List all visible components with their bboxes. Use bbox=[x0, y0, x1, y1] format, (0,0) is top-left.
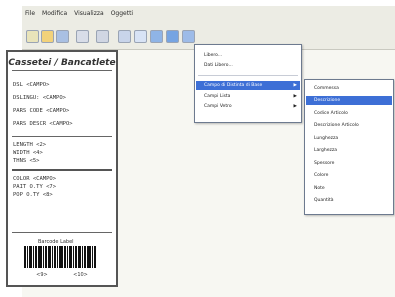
menu-visualizza[interactable]: Visualizza bbox=[74, 10, 104, 17]
barcode-right-value: <10> bbox=[73, 272, 88, 278]
menu-separator bbox=[198, 75, 298, 76]
menu-file[interactable]: File bbox=[25, 10, 35, 17]
table-icon[interactable] bbox=[182, 30, 195, 43]
menu-item-label: Campi Vetro bbox=[204, 104, 232, 109]
label-field[interactable]: PAIT O.TY <7> bbox=[13, 184, 56, 190]
fields-divider bbox=[12, 136, 112, 137]
submenu-item-note[interactable]: Note bbox=[306, 184, 392, 193]
title-divider bbox=[12, 70, 112, 71]
label-field[interactable]: PARS CODE <CAMPO> bbox=[13, 108, 69, 114]
fields-submenu: Commessa Descrizione Codice Articolo Des… bbox=[304, 79, 394, 215]
submenu-arrow-icon: ▶ bbox=[293, 83, 297, 88]
insert-field-icon[interactable] bbox=[166, 30, 179, 43]
label-field[interactable]: THNS <5> bbox=[13, 158, 40, 164]
label-field[interactable]: WIDTH <4> bbox=[13, 150, 43, 156]
cut-icon[interactable] bbox=[96, 30, 109, 43]
submenu-item-spessore[interactable]: Spessore bbox=[306, 159, 392, 168]
menu-item-label: Campi Lista bbox=[204, 94, 231, 99]
submenu-arrow-icon: ▶ bbox=[293, 104, 297, 109]
label-title: Cassetei / Bancatlete bbox=[8, 58, 116, 68]
submenu-item-descrizione[interactable]: Descrizione bbox=[306, 96, 392, 105]
menu-item-libero[interactable]: Libero... bbox=[196, 51, 300, 60]
submenu-arrow-icon: ▶ bbox=[293, 94, 297, 99]
label-field[interactable]: DSL <CAMPO> bbox=[13, 82, 49, 88]
label-field[interactable]: POP O.TY <8> bbox=[13, 192, 53, 198]
menu-item-campo-distinta[interactable]: Campo di Distinta di Base ▶ bbox=[196, 81, 300, 90]
menu-item-label: Campo di Distinta di Base bbox=[204, 83, 263, 88]
label-field[interactable]: LENGTH <2> bbox=[13, 142, 46, 148]
submenu-item-descrizione-articolo[interactable]: Descrizione Articolo bbox=[306, 121, 392, 130]
insert-menu: Libero... Dati Libero... Campo di Distin… bbox=[194, 44, 302, 123]
submenu-item-commessa[interactable]: Commessa bbox=[306, 84, 392, 93]
label-field[interactable]: COLOR <CAMPO> bbox=[13, 176, 56, 182]
submenu-item-quantita[interactable]: Quantità bbox=[306, 196, 392, 205]
section-divider bbox=[12, 169, 112, 171]
copy-icon[interactable] bbox=[118, 30, 131, 43]
menu-bar: File Modifica Visualizza Oggetti bbox=[22, 6, 395, 20]
label-preview: Cassetei / Bancatlete DSL <CAMPO> DSLING… bbox=[6, 50, 118, 287]
object-icon[interactable] bbox=[150, 30, 163, 43]
barcode-caption: <9> <10> bbox=[8, 272, 116, 278]
new-file-icon[interactable] bbox=[26, 30, 39, 43]
barcode[interactable] bbox=[24, 246, 102, 268]
paste-icon[interactable] bbox=[134, 30, 147, 43]
label-field[interactable]: DSLINGU: <CAMPO> bbox=[13, 95, 66, 101]
print-icon[interactable] bbox=[76, 30, 89, 43]
open-folder-icon[interactable] bbox=[41, 30, 54, 43]
menu-modifica[interactable]: Modifica bbox=[42, 10, 67, 17]
menu-item-campi-lista[interactable]: Campi Lista ▶ bbox=[196, 92, 300, 101]
menu-oggetti[interactable]: Oggetti bbox=[111, 10, 133, 17]
submenu-item-larghezza[interactable]: Larghezza bbox=[306, 146, 392, 155]
barcode-left-value: <9> bbox=[36, 272, 48, 278]
submenu-item-lunghezza[interactable]: Lunghezza bbox=[306, 134, 392, 143]
menu-item-campi-vetro[interactable]: Campi Vetro ▶ bbox=[196, 102, 300, 111]
menu-item-dati-libero[interactable]: Dati Libero... bbox=[196, 61, 300, 70]
label-field[interactable]: PARS DESCR <CAMPO> bbox=[13, 121, 73, 127]
barcode-title: Barcode Label bbox=[38, 239, 74, 245]
save-icon[interactable] bbox=[56, 30, 69, 43]
submenu-item-colore[interactable]: Colore bbox=[306, 171, 392, 180]
submenu-item-codice-articolo[interactable]: Codice Articolo bbox=[306, 109, 392, 118]
barcode-divider bbox=[12, 232, 112, 233]
